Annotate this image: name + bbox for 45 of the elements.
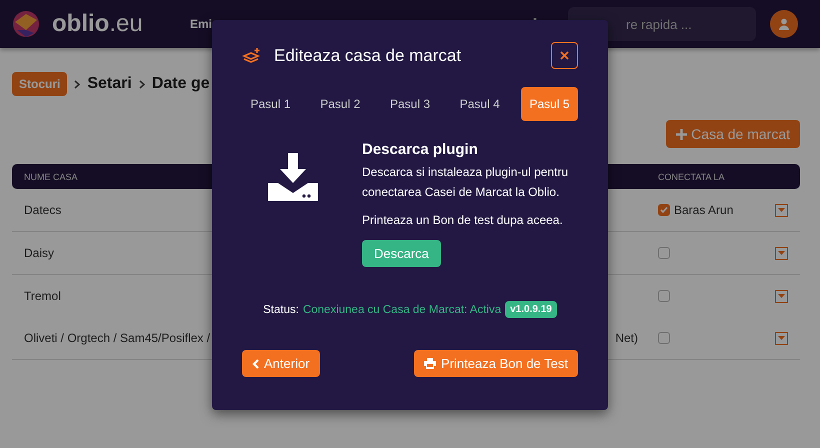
chevron-icon (74, 80, 80, 88)
checkbox[interactable] (658, 204, 670, 216)
caret-icon (778, 294, 785, 298)
section-heading: Descarca plugin (362, 141, 479, 158)
dropdown-button[interactable] (775, 246, 788, 260)
breadcrumb-item[interactable]: Setari (87, 75, 132, 93)
table-cell: Datecs (24, 203, 62, 217)
close-button[interactable] (551, 42, 578, 69)
logo-icon (12, 10, 40, 38)
caret-icon (778, 208, 785, 212)
checkbox[interactable] (658, 247, 670, 259)
status-label: Status: (263, 304, 299, 316)
checkbox[interactable] (658, 290, 670, 302)
chevron-icon (138, 80, 145, 88)
column-header: CONECTATA LA (658, 172, 725, 182)
table-cell: Daisy (24, 246, 54, 260)
plus-icon (676, 128, 688, 140)
chevron-left-icon (252, 358, 259, 368)
printer-icon (424, 358, 436, 369)
checkbox[interactable] (658, 332, 670, 344)
download-icon (268, 153, 318, 201)
step-tab[interactable]: Pasul 3 (382, 87, 438, 121)
user-avatar[interactable] (770, 10, 798, 38)
status-value: Conexiunea cu Casa de Marcat: Activa (302, 304, 502, 316)
step-tab[interactable]: Pasul 2 (312, 87, 369, 121)
dialog-title: Editeaza casa de marcat (274, 46, 462, 66)
dropdown-button[interactable] (775, 204, 788, 216)
column-header: NUME CASA (24, 172, 78, 182)
version-badge: v1.0.9.19 (505, 301, 557, 318)
dropdown-button[interactable] (775, 332, 788, 344)
step-tab[interactable]: Pasul 1 (242, 87, 299, 121)
logo-text[interactable]: oblio.eu (52, 10, 178, 38)
layers-plus-icon (242, 46, 262, 64)
breadcrumb-item[interactable]: Date ge (152, 75, 210, 93)
dropdown-button[interactable] (775, 290, 788, 302)
table-cell: Oliveti / Orgtech / Sam45/Posiflex / (24, 331, 210, 345)
table-cell: Baras Arun (674, 203, 734, 217)
instruction-text: Descarca si instaleaza plugin-ul pentru conectarea Casei de Marcat la Oblio. (362, 164, 570, 201)
step-tab[interactable]: Pasul 4 (451, 87, 508, 121)
caret-icon (778, 336, 785, 340)
close-icon (560, 51, 569, 60)
table-cell: Net) (615, 331, 638, 345)
caret-icon (778, 251, 785, 255)
instruction-text: Printeaza un Bon de test dupa aceea. (362, 212, 564, 229)
table-cell: Tremol (24, 289, 61, 303)
